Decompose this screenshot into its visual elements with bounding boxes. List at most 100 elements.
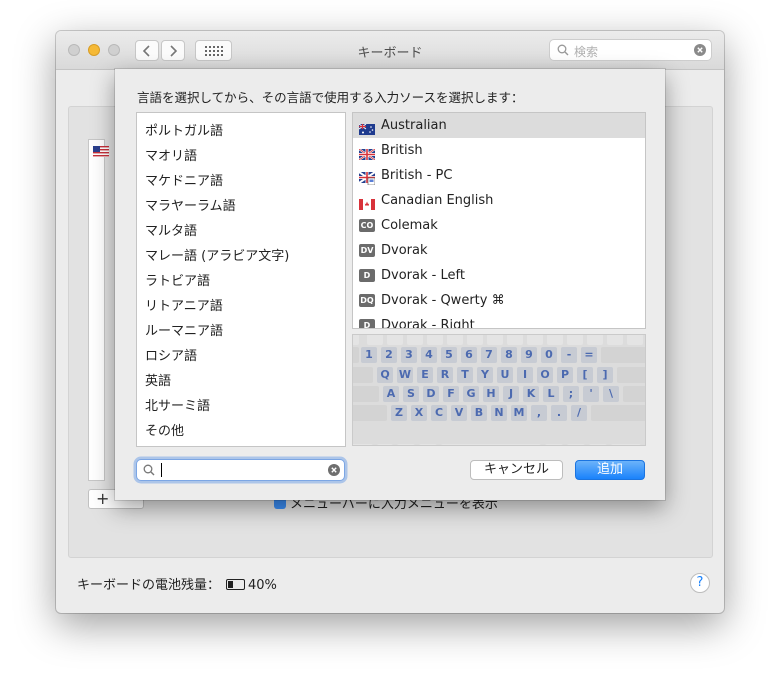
keyboard-key: W — [397, 367, 413, 383]
language-item[interactable]: マレー語 (アラビア文字) — [137, 244, 345, 269]
keyboard-key: - — [561, 347, 577, 363]
battery-label: キーボードの電池残量： — [77, 578, 221, 593]
language-item[interactable]: マケドニア語 — [137, 169, 345, 194]
keyboard-key: C — [431, 405, 447, 421]
language-item[interactable]: ラトビア語 — [137, 269, 345, 294]
keyboard-key: \ — [603, 386, 619, 402]
keyboard-key: H — [483, 386, 499, 402]
text-caret — [161, 463, 162, 477]
keyboard-blank-key — [353, 335, 359, 345]
keyboard-key: M — [511, 405, 527, 421]
language-item[interactable]: マルタ語 — [137, 219, 345, 244]
input-source-item[interactable]: DQ Dvorak - Qwerty ⌘ — [353, 288, 645, 313]
keyboard-key: V — [451, 405, 467, 421]
input-source-item[interactable]: Canadian English — [353, 188, 645, 213]
keyboard-blank-key — [623, 386, 645, 402]
keyboard-key: B — [471, 405, 487, 421]
keyboard-blank-key — [447, 335, 463, 345]
battery-status: キーボードの電池残量： 40% — [77, 574, 277, 593]
keyboard-blank-key — [507, 335, 523, 345]
keyboard-blank-key — [377, 444, 393, 445]
language-item[interactable]: 北サーミ語 — [137, 394, 345, 419]
colemak-icon: CO — [359, 219, 375, 232]
keyboard-blank-key — [353, 405, 387, 421]
input-source-item[interactable]: DV Dvorak — [353, 238, 645, 263]
flag-us-icon — [93, 146, 109, 157]
keyboard-key: 9 — [521, 347, 537, 363]
input-source-item[interactable]: British - PC — [353, 163, 645, 188]
keyboard-blank-key — [589, 444, 607, 445]
keyboard-key: R — [437, 367, 453, 383]
input-source-label: Dvorak - Left — [381, 268, 465, 283]
keyboard-blank-key — [353, 347, 359, 363]
help-button[interactable]: ? — [690, 573, 710, 593]
language-item[interactable]: リトアニア語 — [137, 294, 345, 319]
input-source-item[interactable]: Australian — [353, 113, 645, 138]
input-source-label: British — [381, 143, 423, 158]
keyboard-key: [ — [577, 367, 593, 383]
keyboard-key: S — [403, 386, 419, 402]
language-item[interactable]: ポルトガル語 — [137, 119, 345, 144]
language-item[interactable]: 英語 — [137, 369, 345, 394]
keyboard-blank-key — [367, 335, 383, 345]
input-source-label: British - PC — [381, 168, 453, 183]
keyboard-key: J — [503, 386, 519, 402]
keyboard-blank-key — [353, 367, 373, 383]
clear-search-icon[interactable] — [328, 464, 340, 476]
input-sources-list[interactable] — [88, 139, 109, 481]
keyboard-blank-key — [601, 347, 645, 363]
keyboard-blank-key — [617, 367, 645, 383]
dvorak-qwerty-icon: DQ — [359, 294, 375, 307]
keyboard-key: 0 — [541, 347, 557, 363]
language-search-field[interactable] — [136, 459, 345, 481]
keyboard-blank-key — [441, 444, 541, 445]
keyboard-key: = — [581, 347, 597, 363]
language-list[interactable]: ポルトガル語 マオリ語 マケドニア語 マラヤーラム語 マルタ語 マレー語 (アラビア文字)… — [136, 112, 346, 447]
preferences-search-field[interactable]: 検索 — [549, 39, 712, 61]
keyboard-key: L — [543, 386, 559, 402]
input-source-item[interactable]: British — [353, 138, 645, 163]
input-source-list[interactable]: Australian British British - PC Canadian En… — [352, 112, 646, 329]
keyboard-key: 4 — [421, 347, 437, 363]
keyboard-blank-key — [353, 444, 373, 445]
keyboard-key: Q — [377, 367, 393, 383]
input-source-item[interactable]: D Dvorak - Left — [353, 263, 645, 288]
input-source-label: Dvorak - Right — [381, 318, 475, 329]
language-item[interactable]: マラヤーラム語 — [137, 194, 345, 219]
keyboard-key: U — [497, 367, 513, 383]
add-input-source-sheet: 言語を選択してから、その言語で使用する入力ソースを選択します： ポルトガル語 マオ… — [115, 69, 665, 500]
input-source-item[interactable]: D Dvorak - Right — [353, 313, 645, 329]
keyboard-blank-key — [567, 444, 585, 445]
search-icon — [143, 464, 155, 476]
dvorak-icon: DV — [359, 244, 375, 257]
language-item[interactable]: ロシア語 — [137, 344, 345, 369]
dvorak-left-icon: D — [359, 269, 375, 282]
cancel-button[interactable]: キャンセル — [470, 460, 563, 480]
keyboard-key: O — [537, 367, 553, 383]
keyboard-key: T — [457, 367, 473, 383]
input-source-item[interactable]: CO Colemak — [353, 213, 645, 238]
keyboard-key: 6 — [461, 347, 477, 363]
add-button[interactable]: 追加 — [575, 460, 645, 480]
keyboard-key: A — [383, 386, 399, 402]
flag-uk-pc-icon — [358, 169, 376, 186]
keyboard-blank-key — [487, 335, 503, 345]
keyboard-key: G — [463, 386, 479, 402]
language-item[interactable]: マオリ語 — [137, 144, 345, 169]
keyboard-key: , — [531, 405, 547, 421]
add-label: + — [96, 489, 110, 508]
keyboard-blank-key — [353, 386, 379, 402]
keyboard-blank-key — [567, 335, 583, 345]
keyboard-blank-key — [607, 335, 623, 345]
battery-value: 40% — [248, 578, 277, 593]
keyboard-blank-key — [587, 335, 603, 345]
keyboard-key: Y — [477, 367, 493, 383]
keyboard-key: P — [557, 367, 573, 383]
language-item[interactable]: ルーマニア語 — [137, 319, 345, 344]
keyboard-key: D — [423, 386, 439, 402]
keyboard-blank-key — [545, 444, 563, 445]
battery-icon — [226, 579, 246, 590]
keyboard-blank-key — [419, 444, 437, 445]
clear-search-icon[interactable] — [694, 44, 706, 56]
language-item[interactable]: その他 — [137, 419, 345, 444]
